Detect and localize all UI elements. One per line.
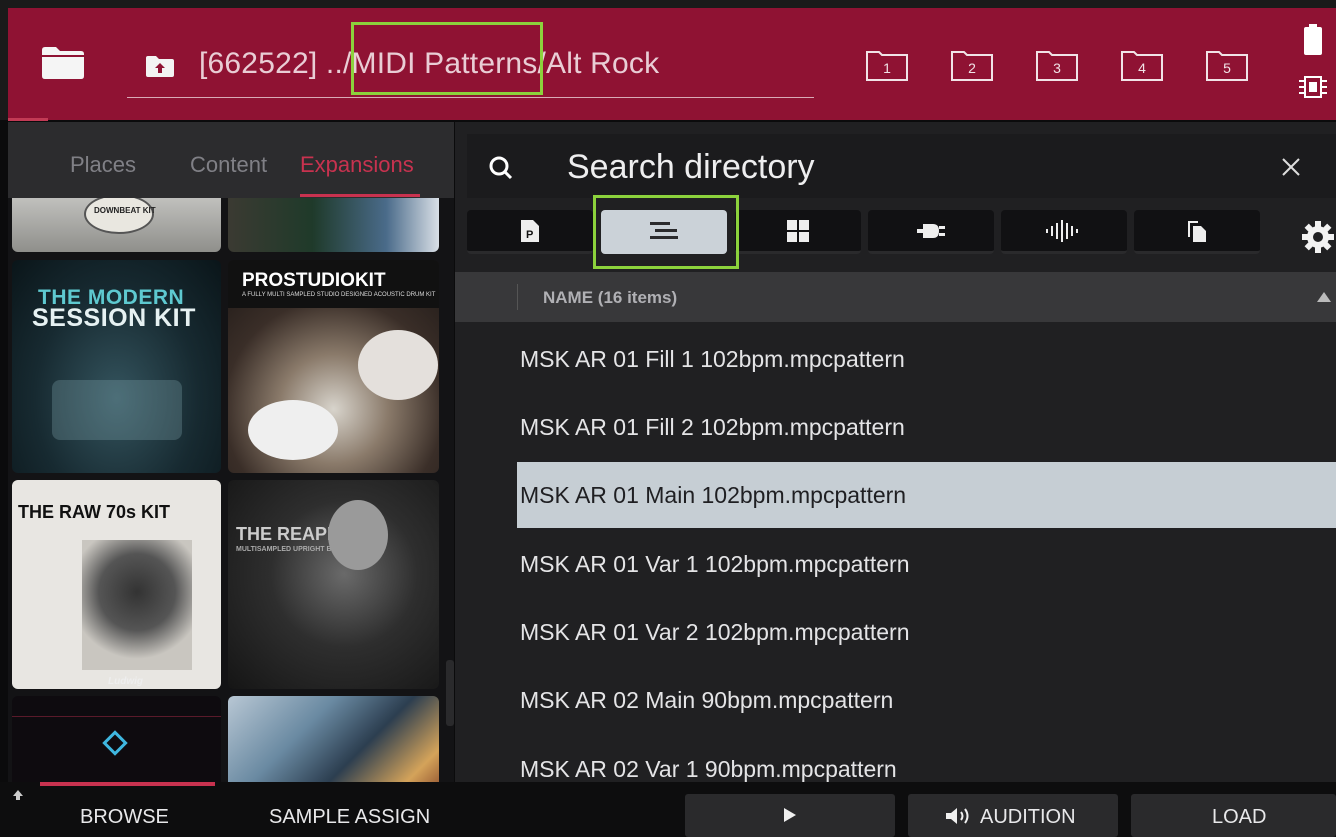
copy-icon <box>1188 220 1206 242</box>
search-icon <box>487 154 517 184</box>
browser-tabs: Places Content Expansions <box>8 122 454 198</box>
audition-button[interactable]: AUDITION <box>908 794 1118 837</box>
gear-icon[interactable] <box>1301 220 1335 254</box>
active-mode-indicator <box>40 782 215 786</box>
expansion-tile-prostudio[interactable]: PROSTUDIOKIT A FULLY MULTI SAMPLED STUDI… <box>228 260 439 473</box>
waveform-icon <box>1046 219 1078 242</box>
play-button[interactable] <box>685 794 895 837</box>
sample-assign-button[interactable]: SAMPLE ASSIGN <box>269 806 430 829</box>
list-item[interactable]: MSK AR 02 Main 90bpm.mpcpattern <box>517 667 1336 733</box>
cpu-chip-icon <box>1298 74 1328 100</box>
filter-sample-button[interactable] <box>1001 210 1127 254</box>
folder-up-icon[interactable] <box>145 54 175 78</box>
battery-icon <box>1303 24 1323 56</box>
browser-folder-icon[interactable] <box>40 44 86 80</box>
file-list: MSK AR 01 Fill 1 102bpm.mpcpattern MSK A… <box>455 322 1336 782</box>
tab-expansions[interactable]: Expansions <box>300 152 414 178</box>
close-icon[interactable] <box>1280 156 1302 178</box>
top-bar: [662522] ../MIDI Patterns/Alt Rock 1 2 3… <box>0 0 1336 121</box>
list-item[interactable]: MSK AR 01 Var 1 102bpm.mpcpattern <box>517 531 1336 597</box>
program-icon: P <box>521 219 539 242</box>
expansion-tile-modern-session[interactable]: THE MODERN SESSION KIT <box>12 260 221 473</box>
list-item[interactable]: MSK AR 01 Fill 1 102bpm.mpcpattern <box>517 326 1336 392</box>
expansion-grid: DOWNBEAT KIT THE MODERN SESSION KIT PROS… <box>8 198 454 782</box>
location-button-5[interactable]: 5 <box>1205 48 1249 82</box>
list-item-selected[interactable]: MSK AR 01 Main 102bpm.mpcpattern <box>517 462 1336 528</box>
list-header[interactable]: NAME (16 items) <box>455 272 1336 322</box>
expansions-panel: Places Content Expansions DOWNBEAT KIT T… <box>8 122 454 782</box>
top-strip <box>0 0 1336 8</box>
left-strip <box>0 0 8 120</box>
header-accent-line <box>8 118 48 121</box>
file-browser: Search directory P NAME (16 items) MSK A… <box>455 122 1336 782</box>
bottom-bar: BROWSE SAMPLE ASSIGN AUDITION LOAD <box>0 782 1336 837</box>
location-button-4[interactable]: 4 <box>1120 48 1164 82</box>
list-item[interactable]: MSK AR 02 Var 1 90bpm.mpcpattern <box>517 736 1336 782</box>
filter-all-files-button[interactable] <box>1134 210 1260 254</box>
expansion-tile-raw-70s[interactable]: THE RAW 70s KIT Ludwig <box>12 480 221 689</box>
filter-highlight-box <box>593 195 739 269</box>
grid-icon <box>787 219 809 242</box>
filter-grid-button[interactable] <box>735 210 861 254</box>
expansion-scrollbar[interactable] <box>446 660 454 726</box>
expansion-tile-downbeat[interactable]: DOWNBEAT KIT <box>12 198 221 252</box>
location-button-1[interactable]: 1 <box>865 48 909 82</box>
tab-content[interactable]: Content <box>190 152 267 178</box>
search-bar[interactable]: Search directory <box>467 134 1336 198</box>
list-item[interactable]: MSK AR 01 Fill 2 102bpm.mpcpattern <box>517 394 1336 460</box>
load-button[interactable]: LOAD <box>1131 794 1336 837</box>
path-highlight-box <box>351 22 543 95</box>
location-button-3[interactable]: 3 <box>1035 48 1079 82</box>
expansion-tile-reaper[interactable]: THE REAPER MULTISAMPLED UPRIGHT BASS <box>228 480 439 689</box>
name-column-header[interactable]: NAME (16 items) <box>543 288 677 308</box>
plugin-icon <box>917 223 945 238</box>
browse-button[interactable]: BROWSE <box>80 806 169 829</box>
expansion-tile-records[interactable] <box>228 696 439 782</box>
column-divider <box>517 284 518 310</box>
expansion-tile-collage[interactable] <box>228 198 439 252</box>
play-icon <box>784 808 796 822</box>
arrow-up-icon <box>12 788 24 800</box>
list-item[interactable]: MSK AR 01 Var 2 102bpm.mpcpattern <box>517 599 1336 665</box>
sort-ascending-icon[interactable] <box>1317 292 1331 302</box>
search-input[interactable]: Search directory <box>567 148 815 187</box>
active-tab-indicator <box>300 194 420 197</box>
location-button-2[interactable]: 2 <box>950 48 994 82</box>
filter-plugin-button[interactable] <box>868 210 994 254</box>
expansion-tile-dark-logo[interactable] <box>12 696 221 782</box>
tab-places[interactable]: Places <box>70 152 136 178</box>
speaker-icon <box>946 808 969 824</box>
filter-program-button[interactable]: P <box>467 210 593 254</box>
svg-text:P: P <box>526 229 533 241</box>
